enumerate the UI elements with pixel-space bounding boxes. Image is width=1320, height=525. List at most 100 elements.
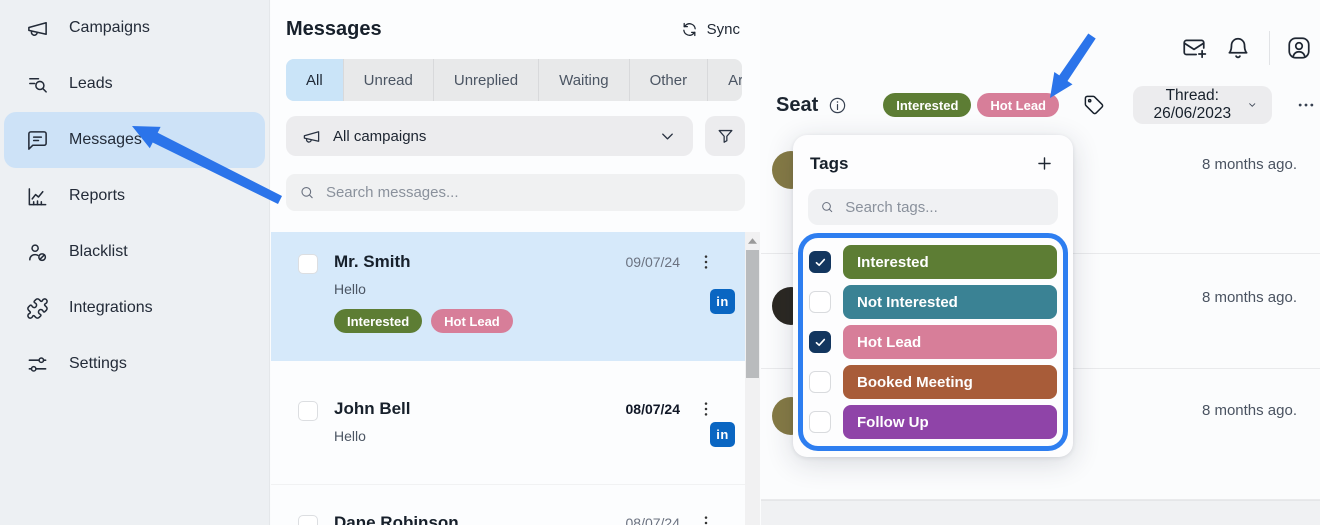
info-icon (828, 96, 847, 115)
manage-tags-button[interactable] (1083, 94, 1105, 116)
thread-more-button[interactable] (1292, 91, 1320, 119)
tab-waiting[interactable]: Waiting (538, 59, 628, 101)
tag-checkbox[interactable] (809, 291, 831, 313)
campaign-filter-dropdown[interactable]: All campaigns (286, 116, 693, 156)
tag-search-input[interactable] (845, 199, 1046, 216)
plus-icon (1035, 154, 1054, 173)
conversation-menu-button[interactable] (696, 399, 716, 419)
user-block-icon (26, 241, 49, 264)
checkmark-icon (814, 336, 827, 349)
tag-option-hot-lead: Hot Lead (809, 325, 1057, 359)
conversation-row-mr-smith[interactable]: Mr. Smith 09/07/24 Hello Interested Hot … (271, 232, 760, 361)
conversation-name: Dane Robinson (334, 513, 626, 525)
sidebar-item-settings[interactable]: Settings (4, 336, 265, 392)
linkedin-icon: in (710, 422, 735, 447)
message-search-input[interactable] (326, 184, 732, 201)
sidebar-item-label: Campaigns (69, 19, 150, 37)
tag-search (808, 189, 1058, 225)
mail-plus-icon (1181, 35, 1207, 61)
account-button[interactable] (1286, 35, 1312, 61)
tag-list-highlight-box: Interested Not Interested Hot Lead Booke… (798, 233, 1068, 451)
message-timestamp: 8 months ago. (1202, 156, 1297, 173)
tag-option-interested: Interested (809, 245, 1057, 279)
thread-header: Seat Interested Hot Lead Thread: 26/06/2… (761, 85, 1320, 125)
conversation-menu-button[interactable] (696, 513, 716, 525)
conversation-menu-button[interactable] (696, 252, 716, 272)
scrollbar-thumb[interactable] (746, 250, 759, 378)
sidebar-item-label: Integrations (69, 299, 153, 317)
sidebar-item-leads[interactable]: Leads (4, 56, 265, 112)
search-icon (299, 184, 315, 201)
bell-icon (1225, 35, 1251, 61)
conversation-row-john-bell[interactable]: John Bell 08/07/24 Hello in (271, 379, 760, 485)
reply-area[interactable] (761, 500, 1320, 525)
tag-option-not-interested: Not Interested (809, 285, 1057, 319)
sidebar-item-integrations[interactable]: Integrations (4, 280, 265, 336)
tab-all[interactable]: All (286, 59, 343, 101)
conversation-checkbox[interactable] (298, 515, 318, 525)
ellipsis-icon (1296, 95, 1316, 115)
tag-checkbox[interactable] (809, 251, 831, 273)
sidebar-item-messages[interactable]: Messages (4, 112, 265, 168)
tags-popup: Tags Interested Not Interested Hot Lead (793, 135, 1073, 457)
sidebar-item-label: Leads (69, 75, 113, 93)
tag-option-label[interactable]: Interested (843, 245, 1057, 279)
tag-option-label[interactable]: Hot Lead (843, 325, 1057, 359)
refresh-icon (681, 21, 698, 38)
tab-unread[interactable]: Unread (343, 59, 433, 101)
info-button[interactable] (828, 96, 847, 115)
tab-unreplied[interactable]: Unreplied (433, 59, 538, 101)
conversation-name: John Bell (334, 399, 626, 419)
conversation-row-dane-robinson[interactable]: Dane Robinson 08/07/24 (271, 485, 760, 525)
tab-archived[interactable]: Archived (707, 59, 742, 101)
sidebar-item-label: Settings (69, 355, 127, 373)
tag-option-label[interactable]: Follow Up (843, 405, 1057, 439)
app-window: Campaigns Leads Messages Reports Blackli… (0, 0, 1320, 525)
new-mail-button[interactable] (1181, 35, 1207, 61)
advanced-filter-button[interactable] (705, 116, 745, 156)
conversation-date: 08/07/24 (626, 401, 681, 417)
conversation-preview: Hello (334, 281, 716, 297)
tag-checkbox[interactable] (809, 331, 831, 353)
linkedin-icon: in (710, 289, 735, 314)
add-tag-button[interactable] (1033, 152, 1056, 175)
message-search (286, 174, 745, 211)
chart-icon (26, 185, 49, 208)
conversation-checkbox[interactable] (298, 254, 318, 274)
tag-option-label[interactable]: Not Interested (843, 285, 1057, 319)
message-timestamp: 8 months ago. (1202, 402, 1297, 419)
tags-popup-title: Tags (810, 154, 848, 174)
list-scrollbar[interactable] (745, 232, 760, 525)
conversation-date: 09/07/24 (626, 254, 681, 270)
sidebar-item-campaigns[interactable]: Campaigns (4, 0, 265, 56)
sidebar-item-label: Reports (69, 187, 125, 205)
tag-pill-hot-lead: Hot Lead (431, 309, 513, 333)
user-avatar-icon (1286, 35, 1312, 61)
tag-option-booked-meeting: Booked Meeting (809, 365, 1057, 399)
tab-other[interactable]: Other (629, 59, 708, 101)
chevron-down-icon (1247, 97, 1257, 113)
chevron-down-icon (658, 127, 677, 146)
sync-button[interactable]: Sync (681, 21, 740, 38)
tag-option-label[interactable]: Booked Meeting (843, 365, 1057, 399)
kebab-menu-icon (696, 513, 716, 525)
sidebar-item-blacklist[interactable]: Blacklist (4, 224, 265, 280)
sidebar-item-reports[interactable]: Reports (4, 168, 265, 224)
tag-checkbox[interactable] (809, 411, 831, 433)
funnel-icon (716, 127, 735, 146)
thread-selector[interactable]: Thread: 26/06/2023 (1133, 86, 1272, 124)
sliders-icon (26, 353, 49, 376)
megaphone-icon (26, 17, 49, 40)
conversation-checkbox[interactable] (298, 401, 318, 421)
conversation-date: 08/07/24 (626, 515, 681, 525)
scrollbar-up-button[interactable] (745, 232, 760, 249)
tag-option-follow-up: Follow Up (809, 405, 1057, 439)
topbar-actions (1181, 31, 1312, 65)
thread-selector-label: Thread: 26/06/2023 (1148, 87, 1237, 123)
sidebar-item-label: Messages (69, 131, 142, 149)
campaign-filter-label: All campaigns (333, 128, 426, 145)
notifications-button[interactable] (1225, 35, 1251, 61)
lead-name: Seat (776, 94, 818, 117)
tag-checkbox[interactable] (809, 371, 831, 393)
list-search-icon (26, 73, 49, 96)
